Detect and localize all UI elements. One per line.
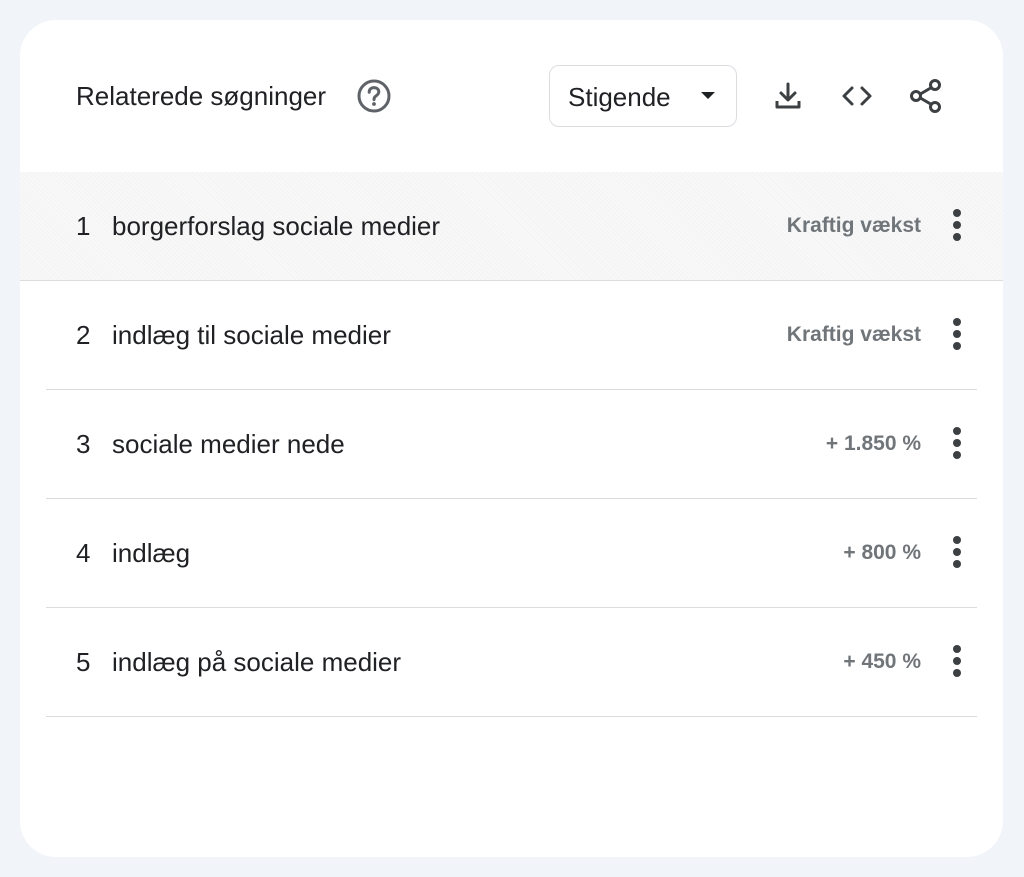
item-rank: 1 <box>76 211 91 241</box>
item-rank: 2 <box>76 320 91 350</box>
more-vert-icon[interactable] <box>942 316 972 352</box>
card-header: Relaterede søgninger Stigende <box>20 20 1003 172</box>
more-vert-icon[interactable] <box>942 643 972 679</box>
list-item[interactable]: 3 sociale medier nede + 1.850 % <box>20 390 1003 499</box>
item-rank: 3 <box>76 429 91 459</box>
item-value: Kraftig vækst <box>786 214 921 237</box>
related-searches-list: 1 borgerforslag sociale medier Kraftig v… <box>20 172 1003 717</box>
share-icon[interactable] <box>906 76 946 116</box>
list-item[interactable]: 5 indlæg på sociale medier + 450 % <box>20 608 1003 717</box>
item-value: + 1.850 % <box>825 432 921 455</box>
item-query[interactable]: indlæg på sociale medier <box>112 646 401 678</box>
code-icon[interactable] <box>837 76 877 116</box>
row-divider <box>46 716 977 717</box>
item-value: + 800 % <box>843 541 921 564</box>
item-value: + 450 % <box>843 650 921 673</box>
download-icon[interactable] <box>768 76 808 116</box>
item-query[interactable]: sociale medier nede <box>112 428 345 460</box>
sort-selected-value: Stigende <box>568 82 671 112</box>
list-item[interactable]: 1 borgerforslag sociale medier Kraftig v… <box>20 172 1003 281</box>
item-value: Kraftig vækst <box>786 323 921 346</box>
card-title: Relaterede søgninger <box>76 81 327 111</box>
more-vert-icon[interactable] <box>942 534 972 570</box>
list-item[interactable]: 2 indlæg til sociale medier Kraftig væks… <box>20 281 1003 390</box>
item-rank: 4 <box>76 538 91 568</box>
item-query[interactable]: indlæg til sociale medier <box>112 319 391 351</box>
more-vert-icon[interactable] <box>942 207 972 243</box>
item-query[interactable]: borgerforslag sociale medier <box>112 210 440 242</box>
related-searches-card: Relaterede søgninger Stigende 1 borgerfo… <box>20 20 1003 857</box>
item-query[interactable]: indlæg <box>112 537 190 569</box>
list-item[interactable]: 4 indlæg + 800 % <box>20 499 1003 608</box>
item-rank: 5 <box>76 647 91 677</box>
help-icon[interactable] <box>356 78 392 114</box>
sort-select[interactable]: Stigende <box>549 65 737 127</box>
caret-down-icon <box>701 92 715 99</box>
more-vert-icon[interactable] <box>942 425 972 461</box>
